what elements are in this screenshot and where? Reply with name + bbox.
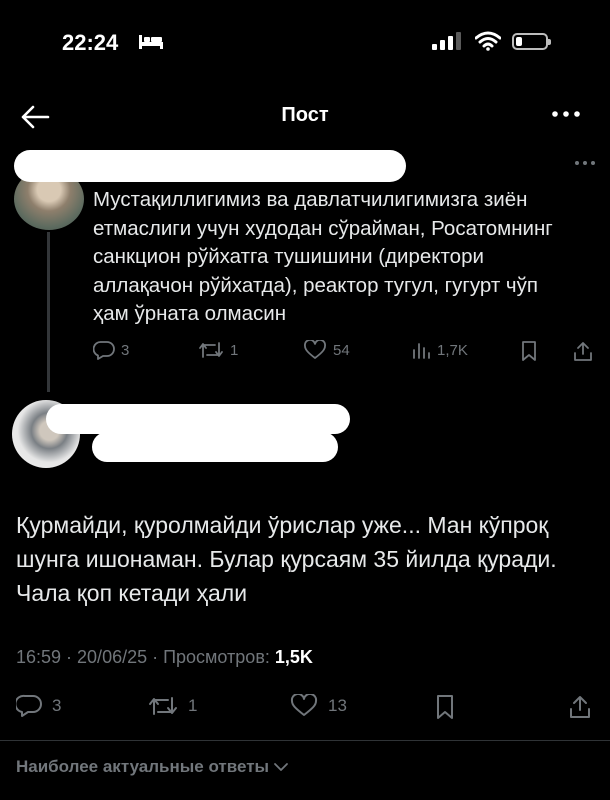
redacted-author-handle xyxy=(92,432,338,462)
like-count: 13 xyxy=(328,696,347,715)
post-views: 1,5K xyxy=(274,647,313,667)
heart-icon xyxy=(290,694,318,716)
repost-icon xyxy=(149,697,177,715)
like-button[interactable]: 13 xyxy=(290,694,347,718)
redacted-author-name xyxy=(46,404,350,434)
reply-sort-label: Наиболее актуальные ответы xyxy=(16,757,270,776)
post-text: Қурмайди, қуролмайди ўрислар уже... Ман … xyxy=(16,512,557,606)
views-icon xyxy=(413,343,430,359)
views-count: 1,7K xyxy=(437,341,468,359)
like-count: 54 xyxy=(333,341,350,359)
redacted-author xyxy=(14,150,406,182)
views-button[interactable]: 1,7K xyxy=(411,340,468,360)
bookmark-icon[interactable] xyxy=(435,694,455,720)
reply-button[interactable]: 3 xyxy=(16,694,61,718)
thread-line xyxy=(47,232,50,392)
bookmark-icon[interactable] xyxy=(520,340,538,362)
repost-button[interactable]: 1 xyxy=(198,340,238,360)
repost-icon xyxy=(199,342,223,358)
like-button[interactable]: 54 xyxy=(303,340,350,360)
reply-button[interactable]: 3 xyxy=(93,340,129,360)
cellular-signal-icon xyxy=(432,32,461,50)
wifi-icon xyxy=(475,31,501,51)
status-time: 22:24 xyxy=(62,30,119,55)
page-title: Пост xyxy=(281,104,329,126)
reply-count: 3 xyxy=(121,341,130,359)
divider xyxy=(0,740,610,741)
share-icon[interactable] xyxy=(568,694,592,720)
reply-icon xyxy=(16,694,42,717)
repost-count: 1 xyxy=(230,341,239,359)
repost-count: 1 xyxy=(188,696,198,715)
more-options-icon[interactable] xyxy=(574,158,596,168)
share-icon[interactable] xyxy=(572,340,594,362)
reply-icon xyxy=(93,341,115,360)
post-timestamp: 16:59 · 20/06/25 · Просмотров: xyxy=(16,647,275,667)
reply-count: 3 xyxy=(52,696,62,715)
quoted-post-text: Мустақиллигимиз ва давлатчилигимизга зиё… xyxy=(93,188,553,325)
repost-button[interactable]: 1 xyxy=(148,694,197,718)
reply-sort-dropdown[interactable]: Наиболее актуальные ответы xyxy=(16,757,289,777)
chevron-down-icon xyxy=(274,763,288,771)
more-options-icon[interactable] xyxy=(550,104,582,124)
battery-icon xyxy=(512,33,551,50)
sleep-focus-icon xyxy=(139,35,163,49)
heart-icon xyxy=(304,340,326,359)
post-meta: 16:59 · 20/06/25 · Просмотров: 1,5K xyxy=(16,647,313,668)
